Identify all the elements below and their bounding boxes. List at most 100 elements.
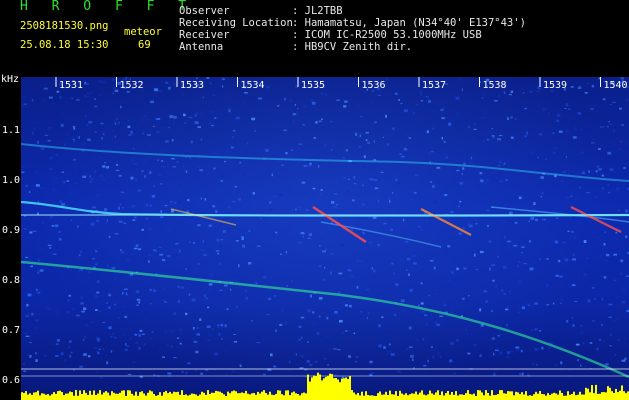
noise-speck <box>420 229 424 231</box>
noise-speck <box>301 181 306 184</box>
level-bar <box>327 376 329 400</box>
noise-speck <box>160 216 164 218</box>
noise-speck <box>39 249 43 252</box>
noise-speck <box>224 160 226 163</box>
level-bar <box>219 391 221 400</box>
level-bar <box>527 395 529 400</box>
noise-speck <box>578 275 579 278</box>
noise-speck <box>318 120 322 123</box>
level-bar <box>213 392 215 400</box>
noise-speck <box>285 251 288 254</box>
noise-speck <box>114 89 119 92</box>
noise-speck <box>491 264 495 267</box>
noise-speck <box>408 326 412 330</box>
noise-speck <box>601 174 604 177</box>
noise-speck <box>106 361 109 365</box>
noise-speck <box>251 117 256 121</box>
level-bar <box>545 395 547 400</box>
level-bar <box>135 391 137 400</box>
noise-speck <box>159 202 161 205</box>
noise-speck <box>483 290 487 293</box>
noise-speck <box>495 246 498 248</box>
noise-speck <box>274 114 277 117</box>
noise-speck <box>559 275 563 278</box>
noise-speck <box>143 343 146 346</box>
noise-speck <box>377 199 379 203</box>
level-bar <box>39 395 41 400</box>
noise-speck <box>147 246 151 248</box>
noise-speck <box>43 354 47 357</box>
level-bar <box>75 390 77 400</box>
noise-speck <box>232 136 234 139</box>
noise-speck <box>159 183 163 185</box>
noise-speck <box>560 361 563 365</box>
noise-speck <box>23 103 27 106</box>
noise-speck <box>129 162 134 165</box>
noise-speck <box>504 235 506 239</box>
noise-speck <box>182 165 185 168</box>
level-bar <box>461 394 463 400</box>
noise-speck <box>231 245 234 248</box>
noise-speck <box>183 113 186 117</box>
noise-speck <box>354 132 358 136</box>
noise-speck <box>46 282 51 284</box>
noise-speck <box>544 261 548 264</box>
noise-speck <box>333 348 338 350</box>
level-bar <box>617 392 619 400</box>
noise-speck <box>517 135 519 138</box>
level-bar <box>359 395 361 400</box>
noise-speck <box>73 127 75 130</box>
noise-speck <box>126 292 128 296</box>
noise-speck <box>124 348 128 352</box>
noise-speck <box>522 306 525 310</box>
noise-speck <box>392 127 395 130</box>
noise-speck <box>197 126 201 128</box>
noise-speck <box>322 237 324 240</box>
level-bar <box>355 394 357 400</box>
noise-speck <box>413 262 417 265</box>
noise-speck <box>522 92 525 94</box>
noise-speck <box>137 248 142 251</box>
noise-speck <box>596 347 599 351</box>
noise-speck <box>409 289 413 292</box>
noise-speck <box>196 333 200 336</box>
noise-speck <box>572 136 577 139</box>
x-tick-label: 1534 <box>241 80 265 91</box>
noise-speck <box>144 175 147 178</box>
level-bar <box>513 395 515 400</box>
noise-speck <box>510 90 514 93</box>
level-bar <box>337 379 339 400</box>
noise-speck <box>232 200 236 203</box>
level-bar <box>505 393 507 400</box>
noise-speck <box>86 124 88 126</box>
noise-speck <box>210 110 215 113</box>
noise-speck <box>145 118 149 121</box>
level-bar <box>139 392 141 400</box>
noise-speck <box>106 250 109 253</box>
noise-speck <box>52 253 57 255</box>
noise-speck <box>163 293 167 295</box>
noise-speck <box>319 193 322 196</box>
noise-speck <box>517 311 520 314</box>
noise-speck <box>64 209 68 212</box>
level-bar <box>615 388 617 400</box>
noise-speck <box>621 359 626 362</box>
noise-speck <box>441 137 443 140</box>
noise-speck <box>395 178 398 182</box>
noise-speck <box>167 229 172 232</box>
noise-speck <box>322 355 324 357</box>
noise-speck <box>594 298 596 300</box>
noise-speck <box>144 162 147 166</box>
noise-speck <box>161 356 165 358</box>
noise-speck <box>220 180 224 182</box>
noise-speck <box>580 325 583 327</box>
noise-speck <box>298 338 302 341</box>
noise-speck <box>150 290 152 292</box>
noise-speck <box>167 254 171 258</box>
level-bar <box>413 393 415 400</box>
noise-speck <box>33 121 37 123</box>
noise-speck <box>82 142 86 145</box>
noise-speck <box>342 156 346 159</box>
noise-speck <box>414 265 417 268</box>
level-bar <box>165 390 167 400</box>
